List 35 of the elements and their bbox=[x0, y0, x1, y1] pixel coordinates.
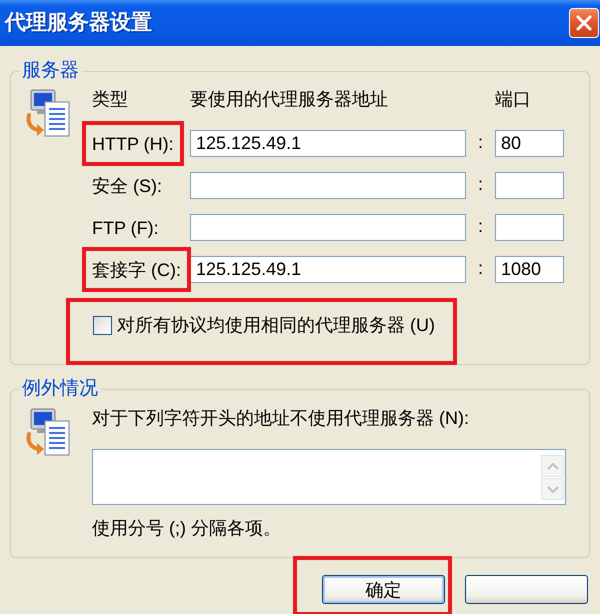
field-label: HTTP (H): bbox=[92, 134, 174, 154]
dialog-button[interactable] bbox=[465, 575, 588, 604]
group-title: 例外情况 bbox=[21, 379, 99, 399]
exceptions-prompt: 对于下列字符开头的地址不使用代理服务器 (N): bbox=[92, 408, 469, 428]
column-header: 要使用的代理服务器地址 bbox=[190, 89, 388, 109]
address-field[interactable]: 125.125.49.1 bbox=[190, 130, 466, 157]
checkbox-label[interactable]: 对所有协议均使用相同的代理服务器 (U) bbox=[117, 314, 435, 336]
port-field[interactable] bbox=[495, 214, 564, 241]
scroll-up-button[interactable] bbox=[541, 455, 564, 477]
chevron-down-icon bbox=[546, 486, 558, 492]
port-field[interactable]: 1080 bbox=[495, 256, 564, 283]
field-label: FTP (F): bbox=[92, 218, 159, 238]
separator-label: : bbox=[478, 130, 483, 152]
group-title: 服务器 bbox=[21, 61, 80, 81]
chevron-up-icon bbox=[546, 462, 558, 470]
column-header: 类型 bbox=[92, 89, 128, 109]
checkbox[interactable] bbox=[93, 316, 112, 334]
exceptions-text-area[interactable] bbox=[92, 449, 566, 505]
hint-text: 使用分号 (;) 分隔各项。 bbox=[92, 518, 281, 538]
separator-label: : bbox=[478, 256, 483, 278]
window-title: 代理服务器设置 bbox=[5, 10, 152, 36]
ok-button[interactable]: 确定 bbox=[322, 575, 445, 604]
scroll-down-button[interactable] bbox=[541, 478, 564, 500]
address-field[interactable]: 125.125.49.1 bbox=[190, 256, 466, 283]
field-label: 安全 (S): bbox=[92, 176, 162, 196]
close-button[interactable] bbox=[569, 8, 599, 38]
address-field[interactable] bbox=[190, 214, 466, 241]
column-header: 端口 bbox=[495, 89, 531, 109]
separator-label: : bbox=[478, 172, 483, 194]
port-field[interactable] bbox=[495, 172, 564, 199]
separator-label: : bbox=[478, 214, 483, 236]
field-label: 套接字 (C): bbox=[92, 260, 181, 280]
address-field[interactable] bbox=[190, 172, 466, 199]
close-icon bbox=[576, 15, 592, 31]
port-field[interactable]: 80 bbox=[495, 130, 564, 157]
